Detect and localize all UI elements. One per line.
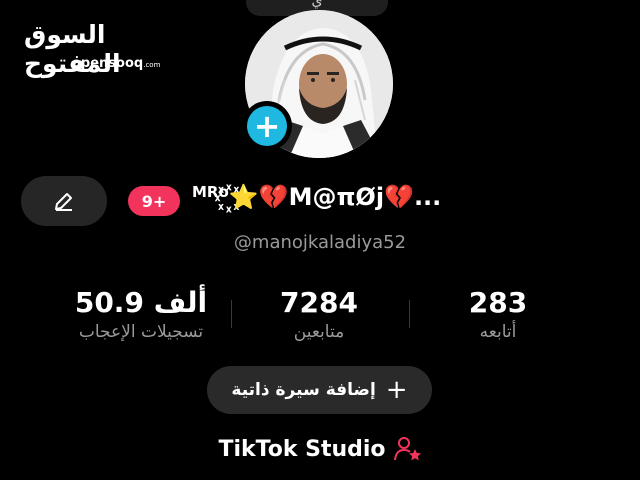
following-count: 283 — [468, 286, 528, 319]
add-bio-button[interactable]: + إضافة سيرة ذاتية — [207, 366, 432, 414]
likes-count: 50.9 ألف — [74, 286, 208, 319]
display-name-prefix: MRo — [192, 183, 229, 201]
likes-label: تسجيلات الإعجاب — [78, 322, 204, 342]
plus-icon: + — [385, 375, 408, 405]
edit-profile-button[interactable] — [21, 176, 107, 226]
plus-icon: + — [247, 106, 287, 146]
following-label: أتابعه — [479, 322, 517, 342]
display-name: MRo꙰⭐💔M@πØj💔... — [192, 180, 522, 213]
stat-followers[interactable]: 7284 متابعين — [219, 286, 419, 342]
top-pill-text: ي — [311, 0, 323, 9]
add-avatar-button[interactable]: + — [242, 101, 292, 151]
display-name-main: ꙰⭐💔M@πØj💔... — [228, 183, 442, 211]
watermark-english-text: opensooq — [72, 56, 144, 71]
tiktok-studio-link[interactable]: TikTok Studio — [0, 436, 640, 462]
watermark-english: opensooq.com — [72, 56, 160, 71]
watermark-suffix: .com — [143, 61, 161, 69]
username[interactable]: @manojkaladiya52 — [0, 232, 640, 253]
pencil-icon — [55, 193, 72, 211]
followers-label: متابعين — [293, 322, 345, 342]
person-star-icon — [393, 437, 421, 461]
notification-badge[interactable]: 9+ — [128, 186, 180, 216]
followers-count: 7284 — [280, 286, 358, 319]
stat-likes[interactable]: 50.9 ألف تسجيلات الإعجاب — [41, 286, 241, 342]
stat-following[interactable]: 283 أتابعه — [398, 286, 598, 342]
add-bio-label: إضافة سيرة ذاتية — [231, 380, 376, 400]
tiktok-studio-label: TikTok Studio — [218, 436, 386, 462]
